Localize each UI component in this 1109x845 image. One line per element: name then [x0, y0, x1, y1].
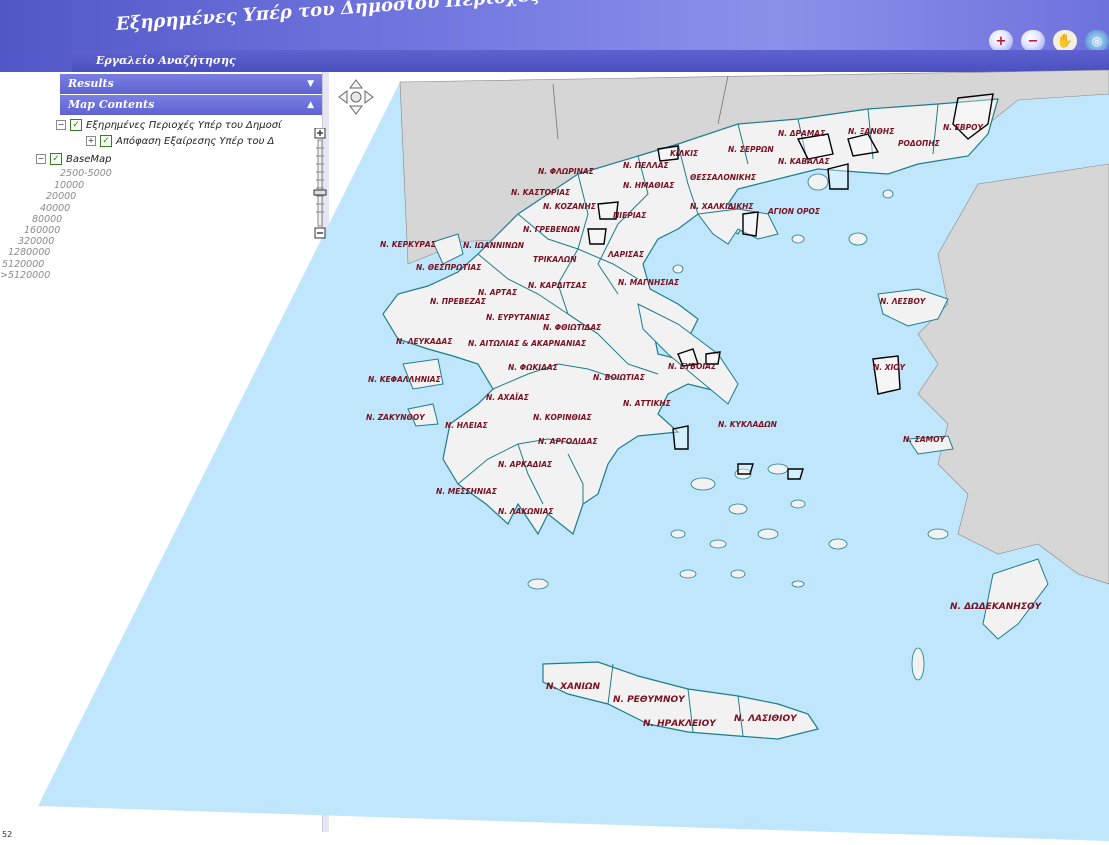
- label-florinas: Ν. ΦΛΩΡΙΝΑΣ: [538, 167, 595, 176]
- zoom-slider[interactable]: [312, 127, 328, 240]
- label-lasithiou: Ν. ΛΑΣΙΘΙΟΥ: [734, 714, 798, 724]
- label-pierias: ΠΙΕΡΙΑΣ: [613, 211, 647, 220]
- label-magnisias: Ν. ΜΑΓΝΗΣΙΑΣ: [618, 278, 680, 287]
- label-ioanninon: Ν. ΙΩΑΝΝΙΝΩΝ: [463, 241, 525, 250]
- label-artas: Ν. ΑΡΤΑΣ: [478, 288, 518, 297]
- label-dramas: Ν. ΔΡΑΜΑΣ: [778, 129, 826, 138]
- pan-arrows-icon[interactable]: [337, 78, 375, 116]
- label-kykladon: Ν. ΚΥΚΛΑΔΩΝ: [718, 420, 778, 429]
- label-thesprotias: Ν. ΘΕΣΠΡΩΤΙΑΣ: [416, 263, 482, 272]
- label-imathias: Ν. ΗΜΑΘΙΑΣ: [623, 181, 675, 190]
- label-zakynthou: Ν. ΖΑΚΥΝΘΟΥ: [366, 413, 426, 422]
- label-evvoias: Ν. ΕΥΒΟΙΑΣ: [668, 362, 717, 371]
- label-samou: Ν. ΣΑΜΟΥ: [903, 435, 947, 444]
- label-chiou: Ν. ΧΙΟΥ: [873, 363, 907, 372]
- zoom-slider-graphic[interactable]: [312, 127, 328, 240]
- pan-hand-icon[interactable]: ✋: [1053, 30, 1077, 52]
- label-irakleiou: Ν. ΗΡΑΚΛΕΙΟΥ: [643, 719, 717, 729]
- label-karditsas: Ν. ΚΑΡΔΙΤΣΑΣ: [528, 281, 587, 290]
- coordinate-readout: 52: [2, 830, 13, 839]
- label-lakonias: Ν. ΛΑΚΩΝΙΑΣ: [498, 507, 554, 516]
- label-fokidas: Ν. ΦΩΚΙΔΑΣ: [508, 363, 559, 372]
- label-aitoloakarnanias: Ν. ΑΙΤΩΛΙΑΣ & ΑΚΑΡΝΑΝΙΑΣ: [468, 339, 587, 348]
- label-agion-oros: ΑΓΙΟΝ ΟΡΟΣ: [767, 207, 821, 216]
- label-evrytanias: Ν. ΕΥΡΥΤΑΝΙΑΣ: [486, 313, 551, 322]
- label-larisas: ΛΑΡΙΣΑΣ: [607, 250, 645, 259]
- label-chalkidikis: Ν. ΧΑΛΚΙΔΙΚΗΣ: [690, 202, 754, 211]
- label-ileias: Ν. ΗΛΕΙΑΣ: [445, 421, 489, 430]
- label-prevezas: Ν. ΠΡΕΒΕΖΑΣ: [430, 297, 487, 306]
- full-extent-icon[interactable]: ◎: [1085, 30, 1109, 52]
- label-kefallinias: Ν. ΚΕΦΑΛΛΗΝΙΑΣ: [368, 375, 442, 384]
- app-title: Εξηρημένες Υπέρ του Δημοσίου Περιοχές: [115, 0, 541, 35]
- label-argolidas: Ν. ΑΡΓΟΛΙΔΑΣ: [538, 437, 598, 446]
- label-kavalas: Ν. ΚΑΒΑΛΑΣ: [778, 157, 830, 166]
- label-xanthis: Ν. ΞΑΝΘΗΣ: [848, 127, 895, 136]
- map-canvas[interactable]: Ν. ΕΒΡΟΥ ΡΟΔΟΠΗΣ Ν. ΞΑΝΘΗΣ Ν. ΔΡΑΜΑΣ Ν. …: [38, 64, 1109, 841]
- label-achaias: Ν. ΑΧΑΪΑΣ: [486, 393, 530, 402]
- label-pellas: Ν. ΠΕΛΛΑΣ: [623, 161, 670, 170]
- zoom-in-icon[interactable]: +: [989, 30, 1013, 52]
- label-serron: Ν. ΣΕΡΡΩΝ: [728, 145, 774, 154]
- pan-navigation-control[interactable]: [337, 78, 375, 116]
- label-voiotias: Ν. ΒΟΙΩΤΙΑΣ: [593, 373, 646, 382]
- map-svg[interactable]: Ν. ΕΒΡΟΥ ΡΟΔΟΠΗΣ Ν. ΞΑΝΘΗΣ Ν. ΔΡΑΜΑΣ Ν. …: [38, 64, 1109, 841]
- map-toolbar: + − ✋ ◎: [989, 30, 1109, 52]
- label-trikalon: ΤΡΙΚΑΛΩΝ: [533, 255, 577, 264]
- label-attikis: Ν. ΑΤΤΙΚΗΣ: [623, 399, 672, 408]
- label-fthiotidas: Ν. ΦΘΙΩΤΙΔΑΣ: [543, 323, 602, 332]
- zoom-out-icon[interactable]: −: [1021, 30, 1045, 52]
- label-grevenon: Ν. ΓΡΕΒΕΝΩΝ: [523, 225, 581, 234]
- label-chanion: Ν. ΧΑΝΙΩΝ: [546, 682, 601, 692]
- label-kozanis: Ν. ΚΟΖΑΝΗΣ: [543, 202, 597, 211]
- label-lesvou: Ν. ΛΕΣΒΟΥ: [880, 297, 927, 306]
- label-rodopis: ΡΟΔΟΠΗΣ: [898, 139, 941, 148]
- label-messinias: Ν. ΜΕΣΣΗΝΙΑΣ: [436, 487, 498, 496]
- label-arkadias: Ν. ΑΡΚΑΔΙΑΣ: [498, 460, 553, 469]
- label-dodekanisou: Ν. ΔΩΔΕΚΑΝΗΣΟΥ: [950, 602, 1043, 612]
- label-kerkyras: Ν. ΚΕΡΚΥΡΑΣ: [380, 240, 437, 249]
- label-evros: Ν. ΕΒΡΟΥ: [943, 123, 984, 132]
- label-thessalonikis: ΘΕΣΣΑΛΟΝΙΚΗΣ: [690, 173, 757, 182]
- label-korinthias: Ν. ΚΟΡΙΝΘΙΑΣ: [533, 413, 592, 422]
- label-rethymnou: Ν. ΡΕΘΥΜΝΟΥ: [613, 695, 686, 705]
- label-kastorias: Ν. ΚΑΣΤΟΡΙΑΣ: [511, 188, 571, 197]
- label-kilkis: ΚΙΛΚΙΣ: [670, 149, 699, 158]
- label-lefkadas: Ν. ΛΕΥΚΑΔΑΣ: [396, 337, 453, 346]
